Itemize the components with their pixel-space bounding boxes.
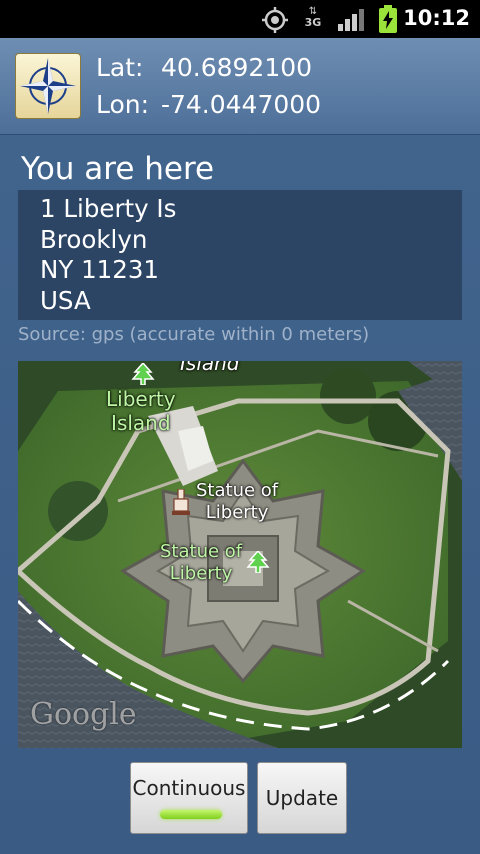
latitude-row: Lat: 40.6892100	[96, 53, 312, 82]
coordinate-header: Lat: 40.6892100 Lon: -74.0447000	[0, 38, 480, 135]
longitude-value: -74.0447000	[160, 90, 322, 119]
map-label-statue-green: Statue of Liberty	[160, 541, 242, 585]
map-label-island: Island	[111, 411, 171, 435]
clock: 10:12	[403, 6, 470, 30]
location-title: You are here	[21, 151, 215, 187]
compass-logo-icon[interactable]	[15, 53, 81, 119]
update-button[interactable]: Update	[257, 762, 347, 834]
signal-icon	[338, 9, 364, 31]
address-line-1: 1 Liberty Is	[40, 194, 177, 223]
map-label-liberty-3: Liberty	[169, 563, 233, 584]
satellite-map[interactable]: Island Liberty Island Statue of Liberty …	[18, 361, 462, 748]
continuous-toggle-indicator	[160, 810, 222, 819]
map-label-statue-of-2: Statue of	[160, 541, 243, 562]
update-button-label: Update	[265, 786, 339, 810]
status-bar: ⇅ 3G 10:12	[0, 0, 480, 38]
gps-icon	[262, 7, 288, 33]
address-line-4: USA	[40, 285, 91, 315]
source-text: Source: gps (accurate within 0 meters)	[18, 324, 370, 345]
latitude-label: Lat:	[96, 53, 144, 82]
google-attribution: Google	[30, 697, 137, 732]
longitude-label: Lon:	[96, 90, 150, 119]
monument-pin-icon[interactable]	[172, 489, 190, 515]
map-label-liberty-2: Liberty	[205, 502, 269, 523]
map-label-statue-white: Statue of Liberty	[196, 480, 278, 524]
longitude-row: Lon: -74.0447000	[96, 90, 321, 119]
map-label-statue-of: Statue of	[196, 480, 279, 501]
address-line-2: Brooklyn	[40, 224, 148, 254]
battery-charging-icon	[379, 5, 397, 33]
map-label-island-top: Island	[180, 361, 240, 375]
park-pin-icon-2[interactable]	[246, 551, 270, 573]
continuous-button[interactable]: Continuous	[130, 762, 248, 834]
app-content: Lat: 40.6892100 Lon: -74.0447000 You are…	[0, 38, 480, 854]
address-box: 1 Liberty Is Brooklyn NY 11231 USA	[18, 190, 462, 320]
address-line-3: NY 11231	[40, 255, 160, 284]
map-label-liberty: Liberty	[106, 387, 176, 411]
latitude-value: 40.6892100	[160, 53, 313, 82]
map-label-liberty-island: Liberty Island	[106, 387, 176, 435]
park-pin-icon[interactable]	[131, 363, 155, 385]
continuous-button-label: Continuous	[132, 776, 246, 800]
3g-data-icon: ⇅ 3G	[304, 6, 322, 29]
network-type-label: 3G	[304, 16, 322, 29]
